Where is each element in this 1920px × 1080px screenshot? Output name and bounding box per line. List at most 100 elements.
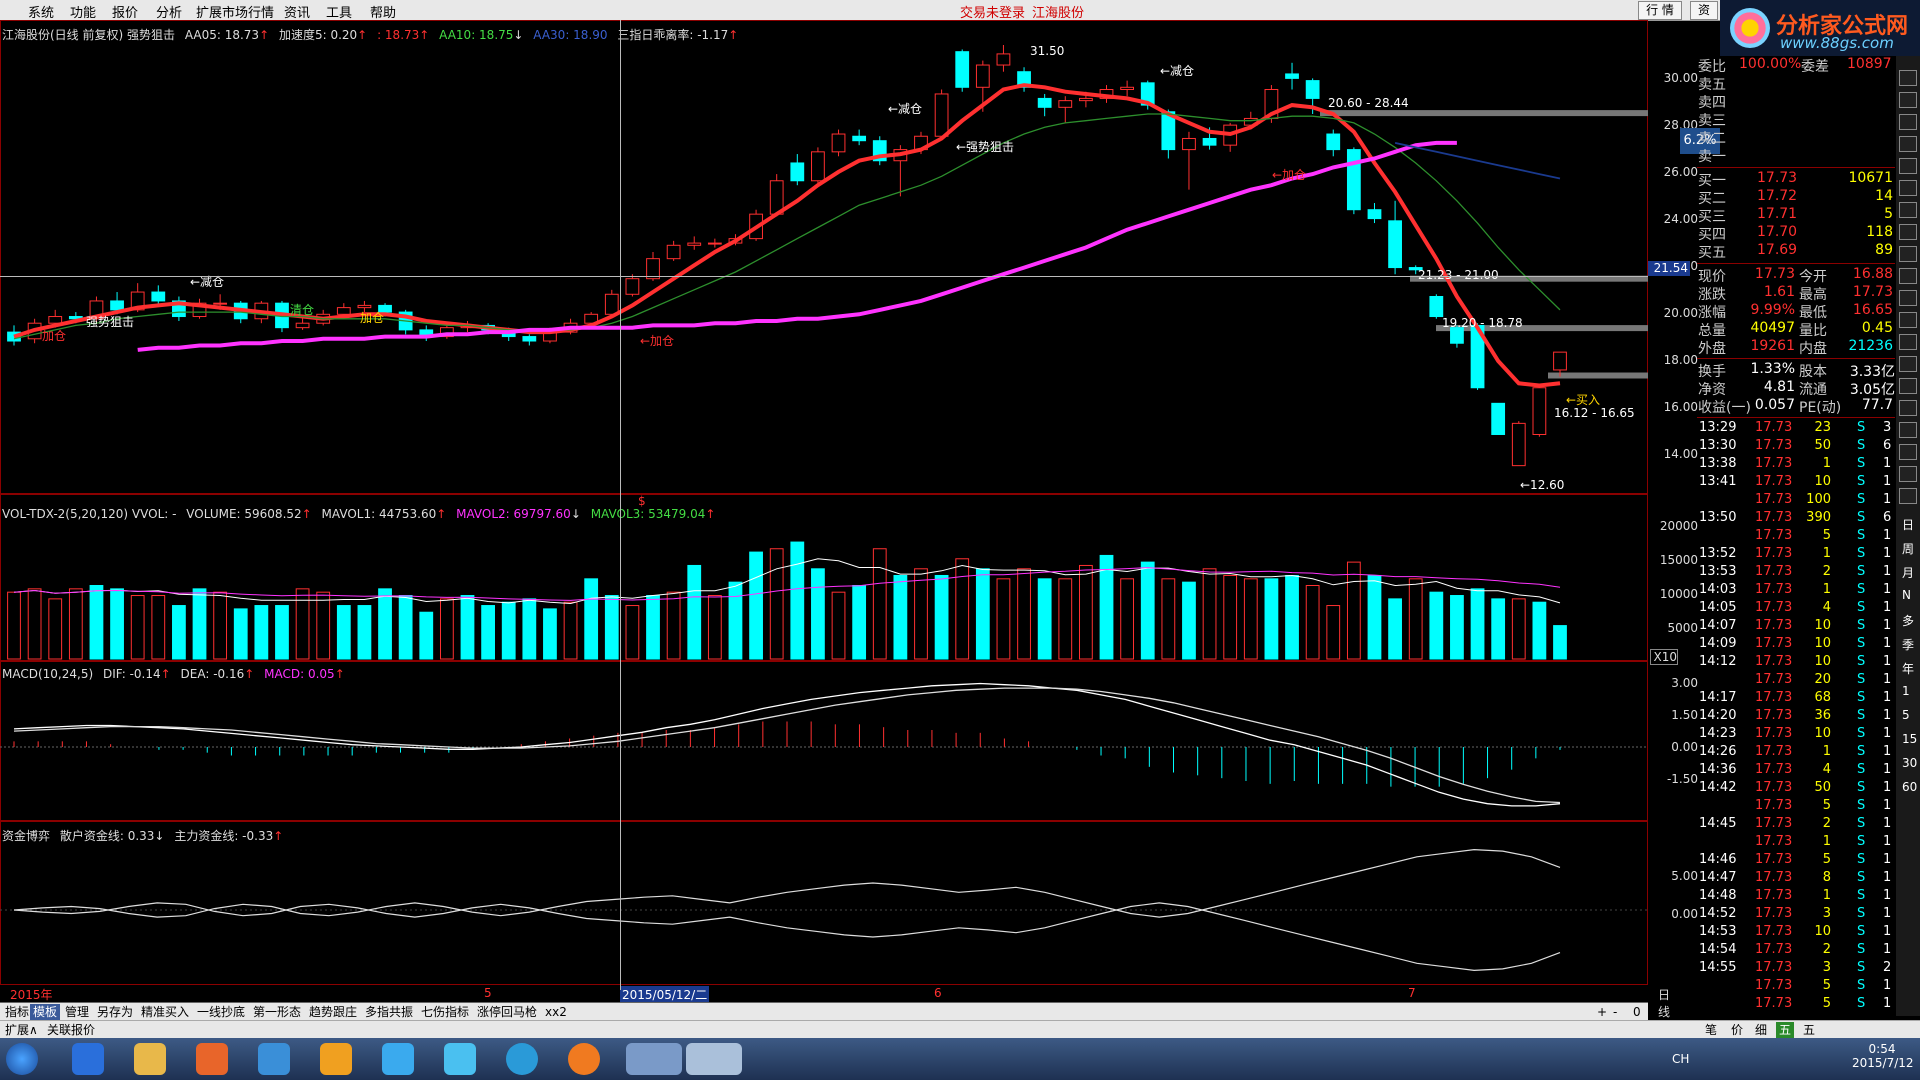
menu-function[interactable]: 功能 xyxy=(70,2,96,21)
vol-multiplier: X10 xyxy=(1650,649,1678,665)
flower-logo-icon xyxy=(1730,8,1770,48)
vol-title-mavol3: MAVOL3: 53479.04 xyxy=(590,507,706,521)
period-button[interactable]: 周 xyxy=(1902,540,1914,557)
related-quote-button[interactable]: 关联报价 xyxy=(44,1022,98,1038)
tab-manage[interactable]: 管理 xyxy=(62,1004,92,1020)
tab-limit-up-pullback[interactable]: 涨停回马枪 xyxy=(474,1004,540,1020)
period-button[interactable]: 季 xyxy=(1902,636,1914,653)
tab-trend-follow[interactable]: 趋势跟庄 xyxy=(306,1004,360,1020)
toolbar-tool-icon[interactable] xyxy=(1899,246,1917,262)
tick-count: 1 xyxy=(1883,978,1892,993)
stock-app-icon[interactable] xyxy=(626,1043,682,1075)
tab-indicator[interactable]: 指标 xyxy=(2,1004,32,1020)
zoom-reset-button[interactable]: 0 xyxy=(1630,1004,1644,1020)
x-month-7: 7 xyxy=(1408,986,1416,1000)
trade-status-notice[interactable]: 交易未登录 xyxy=(960,2,1025,21)
app-orange-icon[interactable] xyxy=(196,1043,228,1075)
market-button[interactable]: 行 情 xyxy=(1638,1,1682,20)
annotation-clear: 清仓 xyxy=(290,303,315,317)
tick-price: 17.73 xyxy=(1755,996,1793,1011)
tick-time: 14:55 xyxy=(1699,960,1737,975)
x-period[interactable]: 日线 xyxy=(1658,986,1670,1020)
zoom-in-button[interactable]: + xyxy=(1594,1004,1610,1020)
up-app-icon[interactable] xyxy=(320,1043,352,1075)
tick-side: S xyxy=(1857,474,1866,489)
period-button[interactable]: N xyxy=(1902,588,1911,602)
tab-multi-resonance[interactable]: 多指共振 xyxy=(362,1004,416,1020)
tick-count: 1 xyxy=(1883,672,1892,687)
tab-precise-buy[interactable]: 精准买入 xyxy=(138,1004,192,1020)
toolbar-tool-icon[interactable] xyxy=(1899,378,1917,394)
tick-list[interactable]: 13:29 17.73 23 S 3 13:30 17.73 50 S 6 13:38 17.73 1 S… xyxy=(1697,420,1895,1020)
toolbar-tool-icon[interactable] xyxy=(1899,114,1917,130)
bird-app-icon[interactable] xyxy=(382,1043,414,1075)
tab-save-as[interactable]: 另存为 xyxy=(94,1004,136,1020)
tick-price: 17.73 xyxy=(1755,942,1793,957)
period-button[interactable]: 年 xyxy=(1902,660,1914,677)
analyst-app-icon[interactable] xyxy=(568,1043,600,1075)
tab-seven-wounds[interactable]: 七伤指标 xyxy=(418,1004,472,1020)
toolbar-tool-icon[interactable] xyxy=(1899,224,1917,240)
toolbar-tool-icon[interactable] xyxy=(1899,422,1917,438)
toolbar-tool-icon[interactable] xyxy=(1899,334,1917,350)
toolbar-tool-icon[interactable] xyxy=(1899,158,1917,174)
tick-time: 14:54 xyxy=(1699,942,1737,957)
ie-browser-icon[interactable] xyxy=(72,1043,104,1075)
period-button[interactable]: 15 xyxy=(1902,732,1917,746)
period-button[interactable]: 5 xyxy=(1902,708,1910,722)
toolbar-tool-icon[interactable] xyxy=(1899,70,1917,86)
period-button[interactable]: 30 xyxy=(1902,756,1917,770)
volume-bar xyxy=(419,611,434,660)
input-language[interactable]: CH xyxy=(1672,1052,1689,1066)
system-clock[interactable]: 0:54 2015/7/12 xyxy=(1852,1042,1914,1070)
network-app-icon[interactable] xyxy=(258,1043,290,1075)
menu-analysis[interactable]: 分析 xyxy=(156,2,182,21)
menu-extended-market[interactable]: 扩展市场行情 xyxy=(196,2,274,21)
stat-outer-value: 19261 xyxy=(1750,338,1795,354)
stat-equity-value: 3.33亿 xyxy=(1849,364,1895,380)
toolbar-tool-icon[interactable] xyxy=(1899,466,1917,482)
menu-help[interactable]: 帮助 xyxy=(370,2,396,21)
tick-row: 14:20 17.73 36 S 1 xyxy=(1697,708,1895,726)
toolbar-tool-icon[interactable] xyxy=(1899,400,1917,416)
zoom-out-button[interactable]: - xyxy=(1610,1004,1620,1020)
period-button[interactable]: 日 xyxy=(1902,516,1914,533)
toolbar-tool-icon[interactable] xyxy=(1899,356,1917,372)
toolbar-tool-icon[interactable] xyxy=(1899,180,1917,196)
tab-template[interactable]: 模板 xyxy=(30,1004,61,1020)
toolbar-tool-icon[interactable] xyxy=(1899,268,1917,284)
active-window-icon[interactable] xyxy=(686,1043,742,1075)
volume-bar xyxy=(872,548,887,660)
tick-price: 17.73 xyxy=(1755,618,1793,633)
start-button-icon[interactable] xyxy=(6,1043,38,1075)
menu-system[interactable]: 系统 xyxy=(28,2,54,21)
stat-inner-value: 21236 xyxy=(1848,338,1893,354)
panel-border xyxy=(0,821,1648,985)
toolbar-tool-icon[interactable] xyxy=(1899,488,1917,504)
toolbar-tool-icon[interactable] xyxy=(1899,92,1917,108)
toolbar-tool-icon[interactable] xyxy=(1899,202,1917,218)
menu-tools[interactable]: 工具 xyxy=(326,2,352,21)
menu-info[interactable]: 资讯 xyxy=(284,2,310,21)
tab-first-pattern[interactable]: 第一形态 xyxy=(250,1004,304,1020)
candle xyxy=(151,291,166,302)
file-explorer-icon[interactable] xyxy=(134,1043,166,1075)
period-button[interactable]: 月 xyxy=(1902,564,1914,581)
info-button[interactable]: 资 xyxy=(1690,1,1718,20)
toolbar-tool-icon[interactable] xyxy=(1899,444,1917,460)
toolbar-tool-icon[interactable] xyxy=(1899,136,1917,152)
expand-button[interactable]: 扩展∧ xyxy=(2,1022,41,1038)
period-button[interactable]: 1 xyxy=(1902,684,1910,698)
menu-quote[interactable]: 报价 xyxy=(112,2,138,21)
tick-volume: 10 xyxy=(1814,618,1831,633)
cloud-app-icon[interactable] xyxy=(444,1043,476,1075)
stat-volratio-label: 量比 xyxy=(1799,323,1827,339)
tab-bottom-fishing[interactable]: 一线抄底 xyxy=(194,1004,248,1020)
tab-xx2[interactable]: xx2 xyxy=(542,1004,570,1020)
period-button[interactable]: 多 xyxy=(1902,612,1914,629)
k-app-icon[interactable] xyxy=(506,1043,538,1075)
toolbar-tool-icon[interactable] xyxy=(1899,290,1917,306)
mavol2-line xyxy=(13,567,1561,601)
toolbar-tool-icon[interactable] xyxy=(1899,312,1917,328)
period-button[interactable]: 60 xyxy=(1902,780,1917,794)
